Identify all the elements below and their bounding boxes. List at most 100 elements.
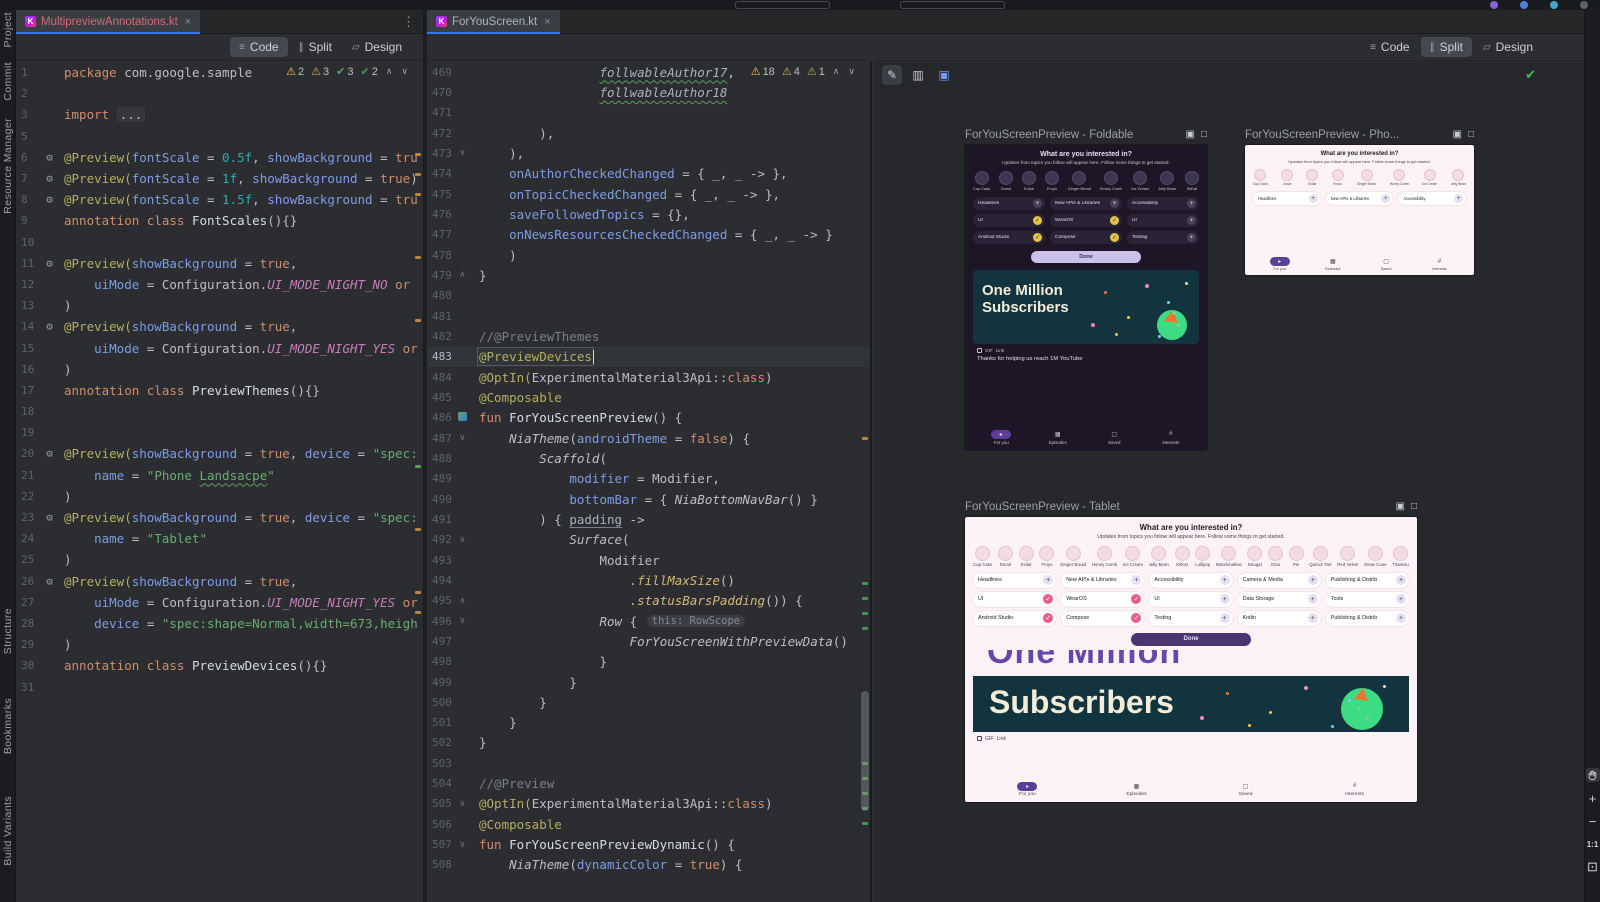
line-number[interactable]: 497 <box>427 635 451 648</box>
stripe-mark[interactable] <box>862 597 868 600</box>
code-line[interactable]: 7⚙@Preview(fontScale = 1f, showBackgroun… <box>16 168 423 189</box>
line-number[interactable]: 2 <box>16 87 40 100</box>
code-editor-multipreviewannotations[interactable]: ⚠2⚠3✔3✔2∧∨ 1package com.google.sample23i… <box>16 62 423 902</box>
fold-toggle-icon[interactable]: ∨ <box>451 616 474 626</box>
tab-multipreviewannotations-kt[interactable]: K MultipreviewAnnotations.kt × <box>16 10 200 33</box>
code-line[interactable]: 31 <box>16 676 423 697</box>
stripe-mark[interactable] <box>415 611 421 614</box>
inspection-count[interactable]: ✔3 <box>336 65 353 78</box>
line-number[interactable]: 23 <box>16 511 40 524</box>
line-number[interactable]: 26 <box>16 575 40 588</box>
line-number[interactable]: 473 <box>427 147 451 160</box>
view-mode-code-button[interactable]: ≡Code <box>230 37 288 57</box>
line-number[interactable]: 24 <box>16 532 40 545</box>
line-number[interactable]: 3 <box>16 108 40 121</box>
code-line[interactable]: 16) <box>16 359 423 380</box>
code-line[interactable]: 5 <box>16 126 423 147</box>
ui-check-icon[interactable]: ▥ <box>908 65 928 85</box>
preview-settings-gear-icon[interactable]: ⚙ <box>40 172 59 185</box>
titlebar-app-icon[interactable] <box>1550 1 1558 9</box>
line-number[interactable]: 29 <box>16 638 40 651</box>
line-number[interactable]: 479 <box>427 269 451 282</box>
line-number[interactable]: 18 <box>16 405 40 418</box>
code-line[interactable]: 27uiMode = Configuration.UI_MODE_NIGHT_Y… <box>16 592 423 613</box>
error-stripe[interactable] <box>415 62 421 902</box>
code-line[interactable]: 8⚙@Preview(fontScale = 1.5f, showBackgro… <box>16 189 423 210</box>
preview-settings-gear-icon[interactable]: ⚙ <box>40 575 59 588</box>
line-number[interactable]: 25 <box>16 553 40 566</box>
code-line[interactable]: 480 <box>427 286 870 306</box>
preview-settings-gear-icon[interactable]: ⚙ <box>40 257 59 270</box>
code-line[interactable]: 12uiMode = Configuration.UI_MODE_NIGHT_N… <box>16 274 423 295</box>
code-line[interactable]: 10 <box>16 232 423 253</box>
code-line[interactable]: 479∧} <box>427 265 870 285</box>
line-number[interactable]: 474 <box>427 167 451 180</box>
code-line[interactable]: 21name = "Phone Landsacpe" <box>16 465 423 486</box>
fold-toggle-icon[interactable]: ∨ <box>451 535 474 545</box>
line-number[interactable]: 14 <box>16 320 40 333</box>
preview-settings-gear-icon[interactable]: ⚙ <box>40 447 59 460</box>
code-line[interactable]: 487∨NiaTheme(androidTheme = false) { <box>427 428 870 448</box>
stripe-mark[interactable] <box>415 193 421 196</box>
close-tab-icon[interactable]: × <box>185 16 191 28</box>
line-number[interactable]: 6 <box>16 151 40 164</box>
line-number[interactable]: 7 <box>16 172 40 185</box>
preview-settings-gear-icon[interactable]: ⚙ <box>40 320 59 333</box>
line-number[interactable]: 21 <box>16 469 40 482</box>
code-line[interactable]: 2 <box>16 83 423 104</box>
scrollbar-thumb[interactable] <box>861 691 869 811</box>
code-line[interactable]: 475onTopicCheckedChanged = { _, _ -> }, <box>427 184 870 204</box>
view-mode-code-button[interactable]: ≡Code <box>1361 37 1419 57</box>
preview-settings-gear-icon[interactable]: ⚙ <box>40 193 59 206</box>
code-line[interactable]: 9annotation class FontScales(){} <box>16 210 423 231</box>
code-line[interactable]: 17annotation class PreviewThemes(){} <box>16 380 423 401</box>
open-preview-icon[interactable]: □ <box>1468 129 1474 140</box>
open-preview-icon[interactable]: □ <box>1411 501 1417 512</box>
line-number[interactable]: 506 <box>427 818 451 831</box>
code-line[interactable]: 23⚙@Preview(showBackground = true, devic… <box>16 507 423 528</box>
line-number[interactable]: 508 <box>427 858 451 871</box>
code-line[interactable]: 492∨Surface( <box>427 530 870 550</box>
line-number[interactable]: 487 <box>427 432 451 445</box>
code-line[interactable]: 497ForYouScreenWithPreviewData() <box>427 631 870 651</box>
tool-window-button-project[interactable]: Project <box>2 12 14 47</box>
view-mode-split-button[interactable]: ∥Split <box>1421 37 1472 57</box>
code-line[interactable]: 486fun ForYouScreenPreview() { <box>427 408 870 428</box>
code-line[interactable]: 499} <box>427 672 870 692</box>
line-number[interactable]: 16 <box>16 363 40 376</box>
next-problem-icon[interactable]: ∨ <box>847 66 856 77</box>
line-number[interactable]: 498 <box>427 655 451 668</box>
code-line[interactable]: 19 <box>16 422 423 443</box>
line-number[interactable]: 19 <box>16 426 40 439</box>
stripe-mark[interactable] <box>415 153 421 156</box>
line-number[interactable]: 505 <box>427 797 451 810</box>
pan-tool-icon[interactable] <box>1586 768 1600 782</box>
code-line[interactable]: 24name = "Tablet" <box>16 528 423 549</box>
fold-toggle-icon[interactable]: ∨ <box>451 433 474 443</box>
inspection-count[interactable]: ⚠2 <box>286 65 304 78</box>
layers-icon[interactable]: ▣ <box>934 65 954 85</box>
stripe-mark[interactable] <box>415 319 421 322</box>
tool-window-button-build-variants[interactable]: Build Variants <box>2 796 14 866</box>
prev-problem-icon[interactable]: ∧ <box>832 66 841 77</box>
code-line[interactable]: 502} <box>427 733 870 753</box>
tab-options-kebab-icon[interactable]: ⋮ <box>394 14 423 30</box>
zoom-in-icon[interactable]: + <box>1586 791 1600 805</box>
code-line[interactable]: 507∨fun ForYouScreenPreviewDynamic() { <box>427 834 870 854</box>
stripe-mark[interactable] <box>415 528 421 531</box>
code-line[interactable]: 491) { padding -> <box>427 509 870 529</box>
inspection-count[interactable]: ⚠4 <box>782 65 800 78</box>
code-line[interactable]: 471 <box>427 103 870 123</box>
open-preview-icon[interactable]: □ <box>1201 129 1207 140</box>
code-line[interactable]: 508NiaTheme(dynamicColor = true) { <box>427 855 870 875</box>
compose-run-gutter-icon[interactable] <box>451 412 474 424</box>
line-number[interactable]: 30 <box>16 659 40 672</box>
zoom-to-fit-icon[interactable]: ▣ <box>1186 129 1195 140</box>
code-line[interactable]: 478) <box>427 245 870 265</box>
code-line[interactable]: 22) <box>16 486 423 507</box>
code-line[interactable]: 14⚙@Preview(showBackground = true, <box>16 316 423 337</box>
line-number[interactable]: 492 <box>427 533 451 546</box>
preview-settings-gear-icon[interactable]: ⚙ <box>40 511 59 524</box>
line-number[interactable]: 484 <box>427 371 451 384</box>
code-line[interactable]: 26⚙@Preview(showBackground = true, <box>16 571 423 592</box>
